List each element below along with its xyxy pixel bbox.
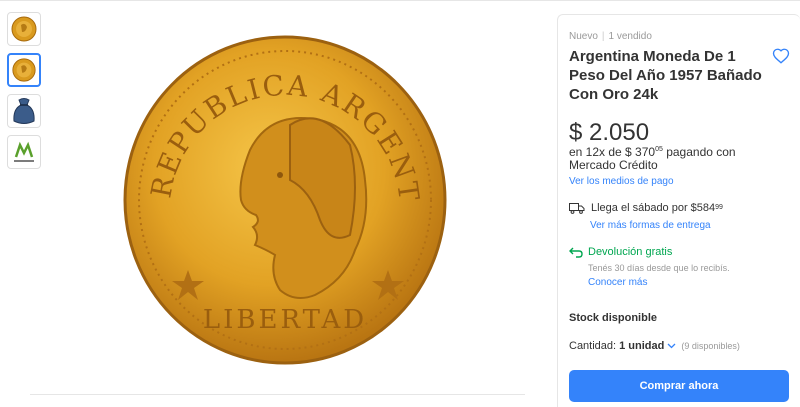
shipping-label: Llega el sábado por [591, 202, 688, 214]
truck-icon [569, 203, 585, 214]
price: $ 2.050 [569, 119, 650, 146]
coin-bottom-text: LIBERTAD [203, 305, 367, 335]
shipping-options-link[interactable]: Ver más formas de entrega [590, 220, 711, 231]
returns-info: Devolución gratis [569, 246, 672, 258]
coin-thumbnail-icon [12, 58, 36, 82]
buy-now-button[interactable]: Comprar ahora [569, 370, 789, 402]
returns-detail: Tenés 30 días desde que lo recibís. [588, 263, 730, 273]
main-product-image[interactable]: REPUBLICA ARGENTINA LIBERTAD [107, 4, 450, 370]
payment-methods-link[interactable]: Ver los medios de pago [569, 176, 674, 187]
pouch-icon [13, 98, 35, 124]
top-divider [0, 0, 800, 1]
coin-image-icon: REPUBLICA ARGENTINA LIBERTAD [107, 4, 447, 365]
product-meta: Nuevo | 1 vendido [569, 31, 652, 42]
returns-label: Devolución gratis [588, 246, 673, 258]
installments-cents: 05 [655, 146, 663, 153]
chevron-down-icon[interactable] [667, 343, 676, 349]
condition-label: Nuevo [569, 31, 598, 42]
installments-prefix: en 12x de $ 370 [569, 145, 656, 159]
thumbnail-coin-1[interactable] [7, 12, 41, 46]
favorite-heart-icon[interactable] [772, 47, 790, 65]
shipping-info: Llega el sábado por $584 99 [569, 202, 723, 214]
quantity-value[interactable]: 1 unidad [619, 340, 664, 352]
gallery-divider [30, 394, 525, 395]
thumbnail-pouch[interactable] [7, 94, 41, 128]
quantity-label: Cantidad: [569, 340, 617, 352]
quantity-selector[interactable]: Cantidad: 1 unidad (9 disponibles) [569, 340, 740, 352]
store-logo-icon [14, 141, 34, 162]
thumbnail-list [7, 12, 43, 176]
product-title: Argentina Moneda De 1 Peso Del Año 1957 … [569, 48, 762, 103]
stock-label: Stock disponible [569, 312, 658, 324]
return-arrow-icon [569, 247, 583, 258]
installments-info: en 12x de $ 37005 pagando con Mercado Cr… [569, 146, 759, 172]
thumbnail-coin-2[interactable] [7, 53, 41, 87]
shipping-amount: $584 [690, 202, 716, 214]
meta-separator: | [601, 31, 605, 42]
sold-count: 1 vendido [608, 31, 652, 42]
available-count: (9 disponibles) [681, 341, 740, 351]
coin-thumbnail-icon [11, 16, 37, 42]
thumbnail-store-logo[interactable] [7, 135, 41, 169]
returns-more-link[interactable]: Conocer más [588, 277, 647, 288]
